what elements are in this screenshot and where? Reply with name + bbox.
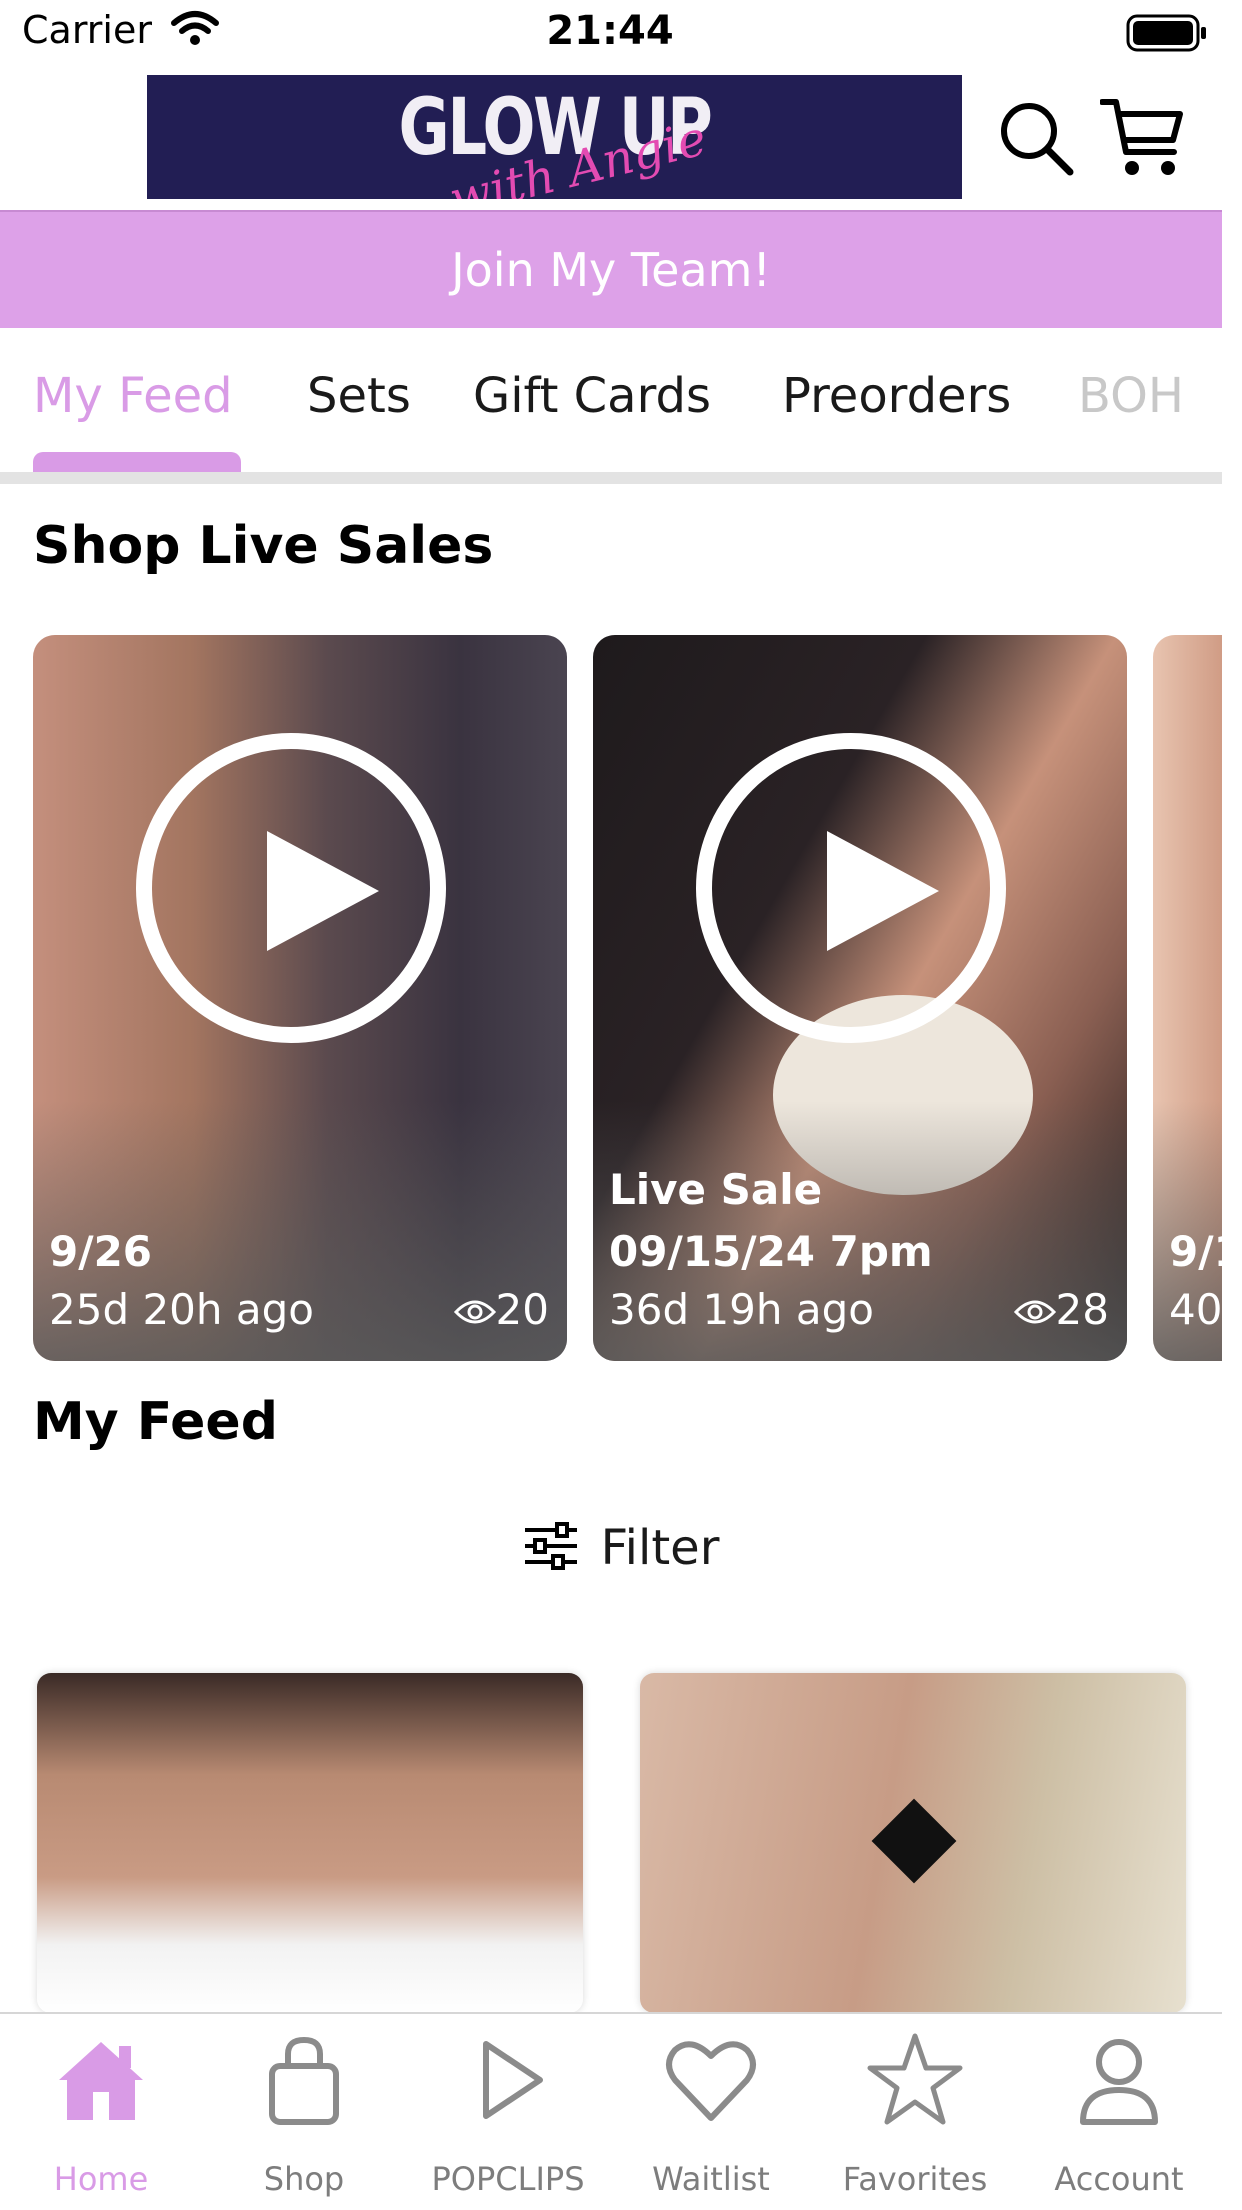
live-sale-card[interactable]: 9/1 40 (1153, 635, 1222, 1361)
live-sale-date: 09/15/24 7pm (609, 1227, 933, 1276)
view-count: 20 (453, 1285, 549, 1334)
play-icon (483, 2041, 543, 2119)
category-tabs: My Feed Sets Gift Cards Preorders BOH (0, 350, 1222, 450)
cart-icon[interactable] (1100, 96, 1184, 178)
search-icon[interactable] (998, 100, 1074, 176)
eye-icon (1013, 1300, 1056, 1324)
nav-label: Home (53, 2160, 149, 2198)
feed-title: My Feed (33, 1392, 278, 1452)
tab-divider (0, 472, 1222, 484)
nav-label: POPCLIPS (431, 2160, 585, 2198)
product-card[interactable] (640, 1673, 1186, 2013)
live-sale-ago: 25d 20h ago (49, 1285, 314, 1334)
nav-label: Account (1054, 2160, 1184, 2198)
home-icon (59, 2042, 143, 2120)
tab-gift-cards[interactable]: Gift Cards (473, 368, 711, 424)
active-tab-indicator (33, 452, 241, 472)
nav-label: Favorites (842, 2160, 988, 2198)
tab-sets[interactable]: Sets (307, 368, 411, 424)
live-sale-ago: 36d 19h ago (609, 1285, 874, 1334)
bottom-nav: Home Shop POPCLIPS Waitlist Favorites Ac… (0, 2012, 1222, 2210)
brand-logo[interactable]: GLOW UP with Angie (147, 75, 962, 199)
status-time: 21:44 (546, 8, 674, 54)
live-sale-card[interactable]: Live Sale 09/15/24 7pm 36d 19h ago 28 (593, 635, 1127, 1361)
sliders-icon (524, 1522, 577, 1570)
heart-icon (666, 2041, 756, 2121)
play-button-icon[interactable] (136, 733, 446, 1043)
play-button-icon[interactable] (696, 733, 1006, 1043)
live-sale-card[interactable]: 9/26 25d 20h ago 20 (33, 635, 567, 1361)
eye-icon (453, 1300, 496, 1324)
earring-gem-image (871, 1798, 957, 1884)
tab-preorders[interactable]: Preorders (782, 368, 1011, 424)
product-card[interactable] (37, 1673, 583, 2013)
live-sale-title: Live Sale (609, 1165, 823, 1214)
live-sales-title: Shop Live Sales (33, 516, 494, 576)
star-icon (867, 2033, 963, 2125)
filter-button[interactable]: Filter (0, 1520, 1242, 1576)
live-sale-date: 9/26 (49, 1227, 153, 1276)
view-count-value: 28 (1055, 1285, 1109, 1334)
filter-label: Filter (600, 1520, 720, 1576)
live-sale-ago: 40 (1169, 1285, 1222, 1334)
live-sale-date: 9/1 (1169, 1227, 1222, 1276)
tab-boh[interactable]: BOH (1078, 368, 1188, 424)
shopping-bag-icon (269, 2036, 339, 2125)
join-team-banner[interactable]: Join My Team! (0, 210, 1222, 328)
tab-my-feed[interactable]: My Feed (33, 368, 233, 424)
nav-label: Waitlist (652, 2160, 770, 2198)
view-count: 28 (1013, 1285, 1109, 1334)
view-count-value: 20 (495, 1285, 549, 1334)
battery-icon (1126, 14, 1206, 52)
person-icon (1080, 2039, 1158, 2125)
nav-label: Shop (263, 2160, 345, 2198)
